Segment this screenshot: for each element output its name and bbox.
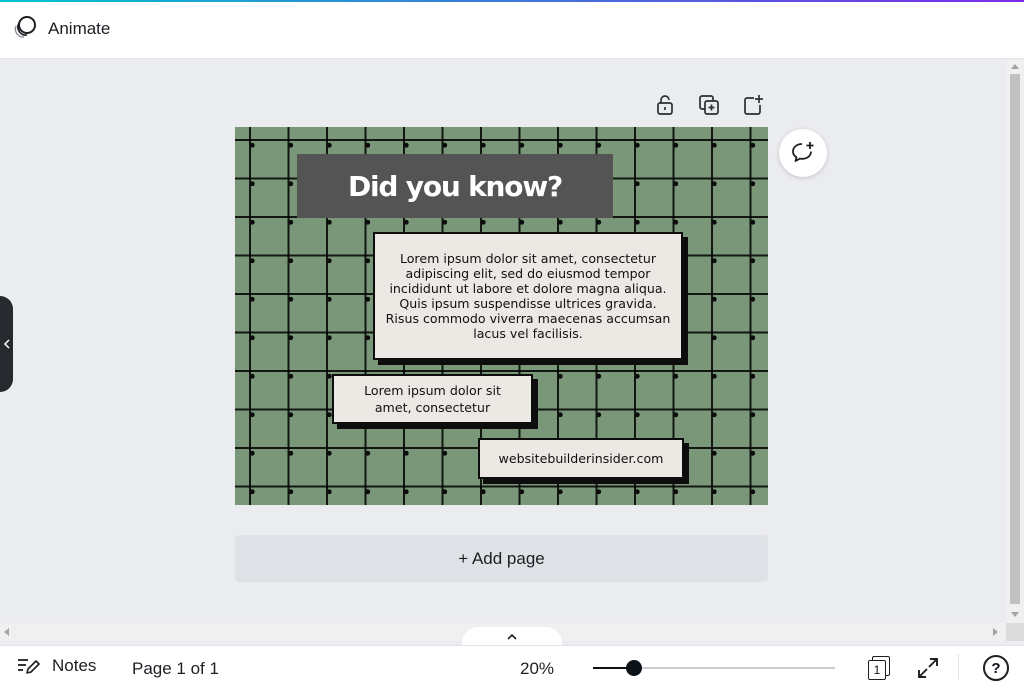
notes-button[interactable]: Notes bbox=[16, 656, 96, 676]
chevron-up-icon bbox=[507, 633, 517, 640]
animate-icon bbox=[12, 14, 38, 45]
add-comment-button[interactable] bbox=[779, 129, 827, 177]
design-page[interactable]: Did you know? Lorem ipsum dolor sit amet… bbox=[235, 127, 768, 505]
page-count-badge: 1 bbox=[868, 660, 886, 680]
scrollbar-corner bbox=[1006, 623, 1024, 641]
headline-box[interactable]: Did you know? bbox=[297, 154, 613, 218]
body-text-card[interactable]: Lorem ipsum dolor sit amet, consectetur … bbox=[373, 232, 683, 360]
zoom-slider[interactable] bbox=[593, 660, 835, 676]
url-text: websitebuilderinsider.com bbox=[498, 451, 664, 466]
page-grid-button[interactable]: 1 bbox=[864, 656, 892, 682]
page-indicator: Page 1 of 1 bbox=[132, 659, 219, 678]
page-toolbar bbox=[650, 93, 768, 117]
chevron-left-icon bbox=[3, 339, 10, 349]
fullscreen-button[interactable] bbox=[916, 656, 940, 680]
top-accent-line bbox=[0, 0, 1024, 2]
unlock-icon bbox=[657, 95, 673, 115]
side-panel-toggle[interactable] bbox=[0, 296, 13, 392]
top-bar: Animate bbox=[0, 0, 1024, 59]
lock-page-button[interactable] bbox=[650, 93, 680, 117]
url-card[interactable]: websitebuilderinsider.com bbox=[478, 438, 684, 479]
scroll-up-arrow[interactable] bbox=[1011, 64, 1019, 69]
small-text-card[interactable]: Lorem ipsum dolor sit amet, consectetur bbox=[332, 374, 533, 424]
bottom-bar: Notes Page 1 of 1 20% 1 ? bbox=[0, 645, 1024, 687]
animate-label: Animate bbox=[48, 19, 111, 38]
notes-icon bbox=[18, 659, 40, 674]
collapse-pages-tab[interactable] bbox=[462, 627, 562, 647]
help-button[interactable]: ? bbox=[983, 655, 1009, 681]
comment-add-icon bbox=[792, 142, 814, 162]
vertical-scroll-thumb[interactable] bbox=[1010, 74, 1020, 604]
toolbar-divider bbox=[958, 654, 959, 680]
expand-icon bbox=[918, 658, 938, 678]
animate-button[interactable]: Animate bbox=[12, 14, 110, 44]
duplicate-page-button[interactable] bbox=[694, 93, 724, 117]
body-text: Lorem ipsum dolor sit amet, consectetur … bbox=[385, 251, 671, 341]
zoom-value[interactable]: 20% bbox=[520, 659, 554, 679]
duplicate-page-icon bbox=[699, 95, 719, 115]
scroll-left-arrow[interactable] bbox=[4, 628, 9, 636]
small-text: Lorem ipsum dolor sit amet, consectetur bbox=[364, 383, 501, 415]
headline-text: Did you know? bbox=[347, 169, 563, 203]
scroll-right-arrow[interactable] bbox=[993, 628, 998, 636]
add-page-button-top[interactable] bbox=[738, 93, 768, 117]
scroll-down-arrow[interactable] bbox=[1011, 612, 1019, 617]
add-page-icon bbox=[744, 95, 763, 115]
add-page-button[interactable]: + Add page bbox=[235, 535, 768, 582]
notes-label: Notes bbox=[52, 656, 97, 675]
zoom-slider-knob[interactable] bbox=[626, 660, 643, 676]
vertical-scrollbar[interactable] bbox=[1006, 60, 1024, 623]
